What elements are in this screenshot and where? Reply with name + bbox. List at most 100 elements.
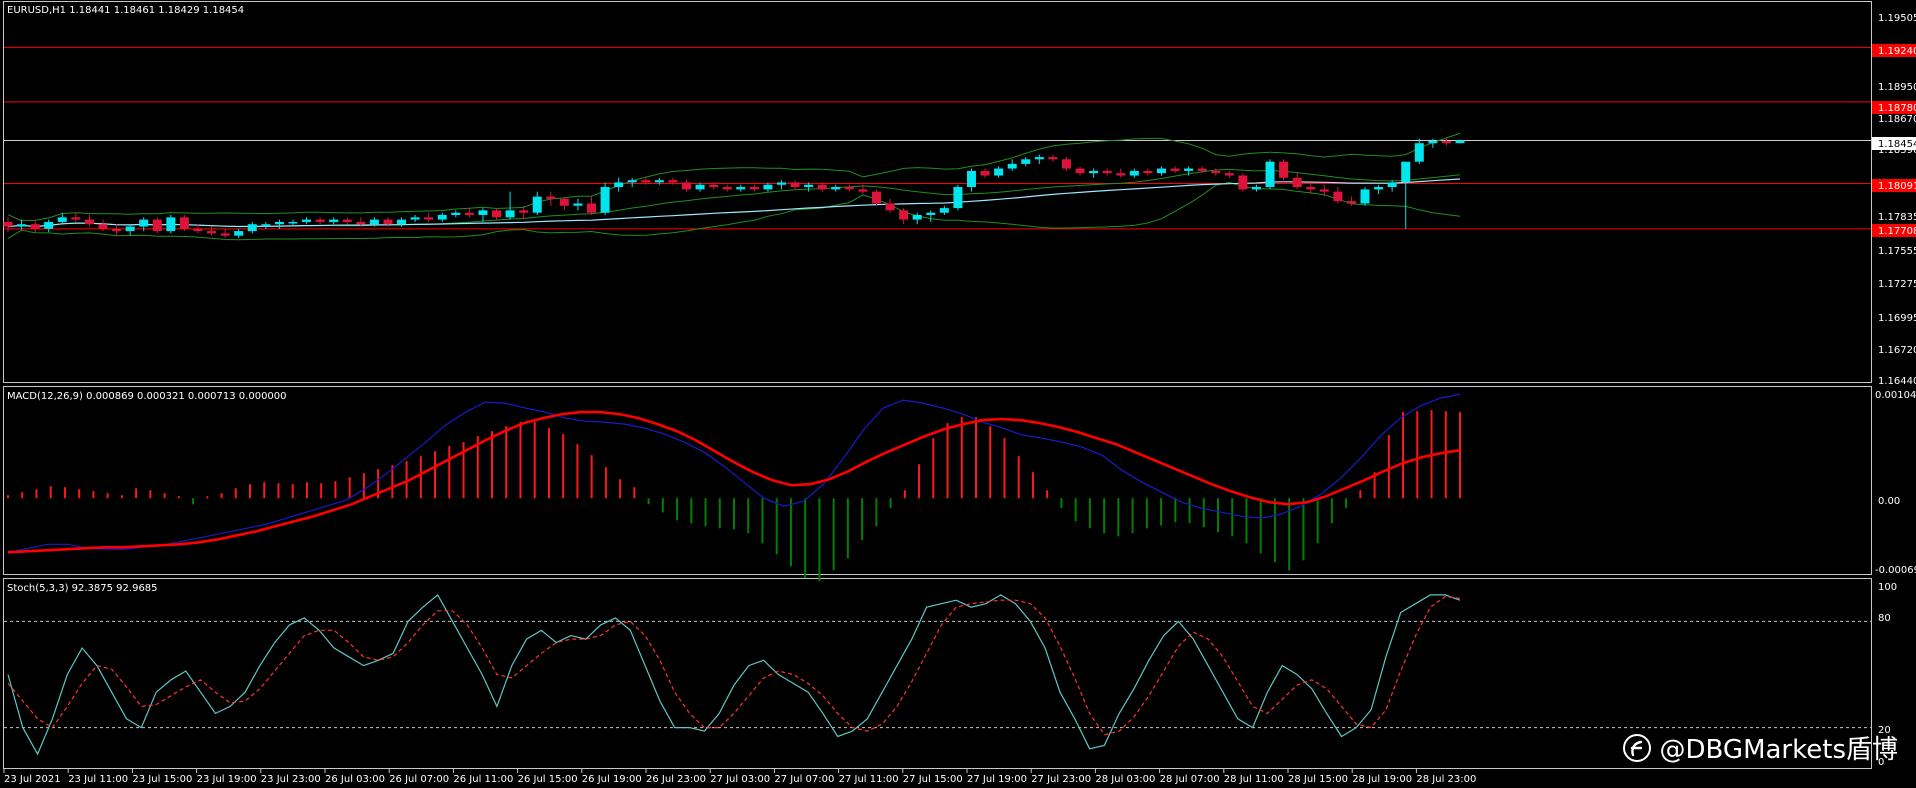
candle[interactable] <box>1414 138 1424 164</box>
candle[interactable] <box>722 184 732 192</box>
time-axis-label: 23 Jul 19:00 <box>197 774 257 785</box>
candle-body <box>342 219 352 222</box>
candle[interactable] <box>980 168 990 178</box>
candle[interactable] <box>1374 184 1384 195</box>
candle[interactable] <box>125 224 135 236</box>
candle[interactable] <box>736 184 746 192</box>
candle[interactable] <box>831 184 841 192</box>
candle[interactable] <box>98 219 108 232</box>
candle[interactable] <box>994 166 1004 178</box>
time-axis-label: 26 Jul 03:00 <box>325 774 385 785</box>
candle[interactable] <box>505 191 515 220</box>
candle[interactable] <box>559 196 569 211</box>
candle[interactable] <box>1048 154 1058 162</box>
candle[interactable] <box>1170 166 1180 174</box>
candle[interactable] <box>966 168 976 192</box>
candle[interactable] <box>302 217 312 225</box>
candle[interactable] <box>939 205 949 215</box>
candle[interactable] <box>871 189 881 206</box>
candle[interactable] <box>1034 154 1044 164</box>
candle[interactable] <box>885 198 895 213</box>
candle[interactable] <box>274 219 284 229</box>
candle[interactable] <box>899 208 909 225</box>
candle[interactable] <box>112 224 122 236</box>
candle[interactable] <box>1251 184 1261 192</box>
candle[interactable] <box>44 219 54 233</box>
horizontal-lines[interactable] <box>4 46 1871 230</box>
candle[interactable] <box>614 177 624 192</box>
candle[interactable] <box>234 228 244 239</box>
candle[interactable] <box>329 217 339 225</box>
candle[interactable] <box>790 180 800 190</box>
candle[interactable] <box>844 184 854 192</box>
candle[interactable] <box>1319 184 1329 197</box>
candle-body <box>1075 168 1085 174</box>
candle[interactable] <box>1292 173 1302 190</box>
candle[interactable] <box>1333 187 1343 204</box>
candle[interactable] <box>627 177 637 188</box>
candle[interactable] <box>1102 168 1112 176</box>
candle[interactable] <box>573 198 583 211</box>
stochastic-pane[interactable] <box>4 593 1871 756</box>
candle[interactable] <box>1156 166 1166 176</box>
candle[interactable] <box>1143 168 1153 176</box>
candle[interactable] <box>492 208 502 220</box>
candle[interactable] <box>546 191 556 206</box>
candle[interactable] <box>30 219 40 233</box>
candle[interactable] <box>410 214 420 222</box>
candle[interactable] <box>587 196 597 215</box>
candle[interactable] <box>1075 166 1085 176</box>
candle[interactable] <box>1428 138 1438 148</box>
candle[interactable] <box>1441 138 1451 146</box>
candle-body <box>926 212 936 215</box>
candle[interactable] <box>1007 159 1017 171</box>
candle[interactable] <box>84 214 94 227</box>
candle[interactable] <box>207 226 217 236</box>
candle[interactable] <box>166 214 176 234</box>
candle[interactable] <box>71 212 81 222</box>
candle-body <box>166 217 176 232</box>
candle-body <box>559 198 569 206</box>
candle-body <box>315 219 325 222</box>
candle[interactable] <box>1116 168 1126 178</box>
candle-body <box>587 203 597 213</box>
candle[interactable] <box>1387 180 1397 192</box>
candle-body <box>749 187 759 190</box>
candle[interactable] <box>1401 161 1411 229</box>
candle[interactable] <box>776 180 786 190</box>
candle[interactable] <box>749 184 759 192</box>
candle[interactable] <box>451 210 461 218</box>
candle[interactable] <box>682 180 692 192</box>
candle[interactable] <box>424 212 434 222</box>
candle-body <box>817 184 827 190</box>
candle[interactable] <box>437 212 447 222</box>
candle[interactable] <box>600 182 610 215</box>
candle[interactable] <box>315 217 325 225</box>
candle[interactable] <box>1061 157 1071 171</box>
candle[interactable] <box>1089 168 1099 178</box>
candle[interactable] <box>532 191 542 215</box>
candle[interactable] <box>953 184 963 211</box>
candle[interactable] <box>1238 173 1248 192</box>
candle[interactable] <box>1021 157 1031 167</box>
candle[interactable] <box>1265 159 1275 190</box>
candle[interactable] <box>247 221 257 234</box>
candle[interactable] <box>220 228 230 239</box>
candle[interactable] <box>1129 168 1139 178</box>
candle[interactable] <box>478 208 488 222</box>
candle-body <box>546 196 556 199</box>
candle[interactable] <box>1279 159 1289 181</box>
candle[interactable] <box>1360 187 1370 206</box>
macd-pane[interactable] <box>7 393 1461 582</box>
candle[interactable] <box>261 221 271 229</box>
candle[interactable] <box>179 214 189 232</box>
price-pane[interactable] <box>3 46 1872 241</box>
candle[interactable] <box>3 217 13 233</box>
candle[interactable] <box>152 217 162 234</box>
candle[interactable] <box>464 208 474 218</box>
candle-body <box>1360 189 1370 204</box>
trading-chart[interactable]: EURUSD,H1 1.18441 1.18461 1.18429 1.1845… <box>0 0 1916 788</box>
candle[interactable] <box>342 217 352 225</box>
candle[interactable] <box>926 210 936 222</box>
candle[interactable] <box>1224 170 1234 178</box>
